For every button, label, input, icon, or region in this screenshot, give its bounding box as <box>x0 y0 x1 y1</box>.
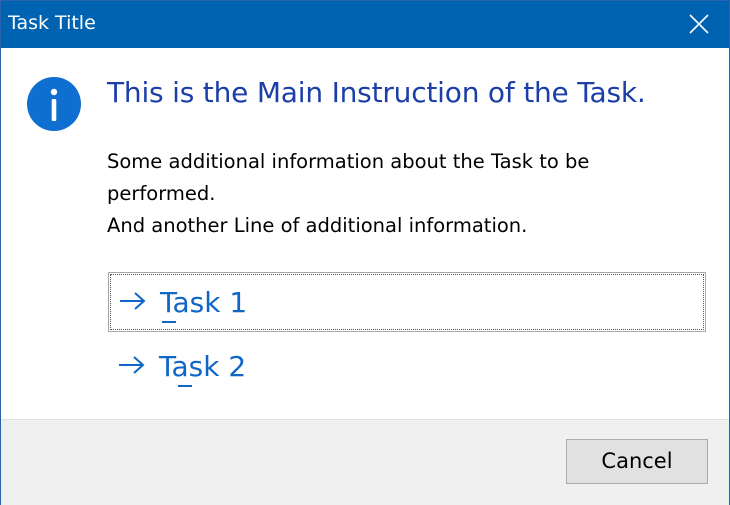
content-line: And another Line of additional informati… <box>107 214 528 237</box>
content-text: Some additional information about the Ta… <box>107 146 667 242</box>
right-arrow-icon <box>119 356 145 374</box>
content-line: Some additional information about the Ta… <box>107 150 590 173</box>
close-icon <box>689 14 709 34</box>
command-link-task-1[interactable]: Task 1 <box>108 272 706 332</box>
command-link-label: Task 1 <box>160 286 248 319</box>
right-arrow-icon <box>120 292 146 310</box>
information-icon <box>27 77 81 131</box>
title-bar[interactable]: Task Title <box>1 1 729 48</box>
mnemonic-underline <box>178 385 192 387</box>
command-link-label: Task 2 <box>159 350 247 383</box>
close-button[interactable] <box>669 1 729 48</box>
content-area: This is the Main Instruction of the Task… <box>1 48 729 419</box>
content-line: performed. <box>107 182 216 205</box>
task-dialog: Task Title This is the Main Instruction … <box>0 0 730 505</box>
command-link-task-2[interactable]: Task 2 <box>108 337 706 397</box>
main-instruction: This is the Main Instruction of the Task… <box>107 76 646 109</box>
window-title: Task Title <box>8 12 96 34</box>
footer-area: Cancel <box>1 419 729 505</box>
cancel-button[interactable]: Cancel <box>566 439 708 484</box>
mnemonic-underline <box>162 321 176 323</box>
